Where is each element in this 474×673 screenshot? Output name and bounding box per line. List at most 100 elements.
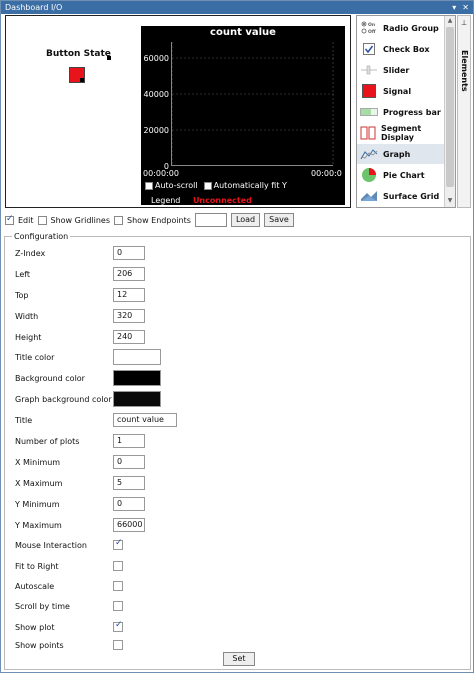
show-points-checkbox[interactable] xyxy=(113,640,123,650)
graph-widget[interactable]: count value 60000 40000 20000 0 00:00:00… xyxy=(141,26,345,205)
show-endpoints-checkbox[interactable] xyxy=(114,215,124,225)
background-color-label: Background color xyxy=(15,374,85,383)
element-label: Surface Grid xyxy=(383,191,440,201)
close-icon[interactable]: ✕ xyxy=(462,1,469,14)
number-of-plots-input[interactable]: 1 xyxy=(113,434,145,448)
elements-side-tab[interactable]: ⊥ Elements xyxy=(457,15,471,208)
progress-bar-icon xyxy=(360,105,378,119)
status-unconnected: Unconnected xyxy=(192,196,252,205)
width-label: Width xyxy=(15,312,39,321)
x-minimum-input[interactable]: 0 xyxy=(113,455,145,469)
scroll-by-time-label: Scroll by time xyxy=(15,602,70,611)
file-name-input[interactable] xyxy=(194,213,227,227)
show-plot-checkbox[interactable] xyxy=(113,620,123,632)
background-color-swatch[interactable] xyxy=(113,370,161,386)
element-signal[interactable]: Signal xyxy=(357,81,445,101)
x-minimum-label: X Minimum xyxy=(15,458,61,467)
title-color-label: Title color xyxy=(15,353,55,362)
element-label: Pie Chart xyxy=(383,170,425,180)
y-maximum-label: Y Maximum xyxy=(15,521,62,530)
graph-background-color-swatch[interactable] xyxy=(113,391,161,407)
show-plot-label: Show plot xyxy=(15,623,55,632)
window-titlebar[interactable]: Dashboard I/O ▾ ✕ xyxy=(1,1,473,14)
radio-group-icon: On Off xyxy=(360,21,378,35)
legend-label: Legend xyxy=(151,196,181,205)
elements-scrollbar[interactable]: ▲ ▼ xyxy=(444,16,455,207)
width-input[interactable]: 320 xyxy=(113,309,145,323)
height-input[interactable]: 240 xyxy=(113,330,145,344)
element-label: Signal xyxy=(383,86,412,96)
scroll-by-time-checkbox[interactable] xyxy=(113,601,123,611)
configuration-legend: Configuration xyxy=(12,232,71,241)
element-progress-bar[interactable]: Progress bar xyxy=(357,102,445,122)
window-title: Dashboard I/O xyxy=(5,3,63,12)
set-button[interactable]: Set xyxy=(223,652,255,666)
title-input[interactable]: count value xyxy=(113,413,177,427)
graph-plot-area[interactable] xyxy=(171,42,334,166)
pin-icon[interactable]: ⊥ xyxy=(461,19,467,27)
load-button[interactable]: Load xyxy=(230,213,261,227)
edit-toolbar: Edit Show Gridlines Show Endpoints Load … xyxy=(5,212,294,228)
element-label: Segment Display xyxy=(381,124,422,142)
element-graph[interactable]: Graph xyxy=(357,144,445,164)
y-tick-label: 20000 xyxy=(143,126,169,135)
title-color-swatch[interactable] xyxy=(113,349,161,365)
save-button[interactable]: Save xyxy=(264,213,294,227)
resize-handle[interactable] xyxy=(107,56,111,60)
x-tick-label: 00:00:0 xyxy=(311,169,342,178)
top-label: Top xyxy=(15,291,29,300)
signal-icon xyxy=(360,84,378,98)
mouse-interaction-label: Mouse Interaction xyxy=(15,541,87,550)
graph-icon xyxy=(360,147,378,161)
element-slider[interactable]: Slider xyxy=(357,60,445,80)
radio-off-label: Off xyxy=(368,29,376,35)
graph-background-color-label: Graph background color xyxy=(15,395,112,404)
resize-handle[interactable] xyxy=(80,78,84,82)
element-segment-display[interactable]: Segment Display xyxy=(357,123,445,143)
number-of-plots-label: Number of plots xyxy=(15,437,80,446)
element-label: Progress bar xyxy=(383,107,441,117)
y-minimum-label: Y Minimum xyxy=(15,500,60,509)
element-surface-grid[interactable]: Surface Grid xyxy=(357,186,445,206)
mouse-interaction-checkbox[interactable] xyxy=(113,538,123,550)
element-label: Radio Group xyxy=(383,23,439,33)
autoscroll-checkbox[interactable]: Auto-scroll xyxy=(145,181,198,190)
dashboard-window: Dashboard I/O ▾ ✕ Button State count val… xyxy=(0,0,474,673)
show-points-label: Show points xyxy=(15,641,64,650)
design-canvas[interactable]: Button State count value 60000 40000 200… xyxy=(5,15,351,208)
x-tick-label: 00:00:00 xyxy=(143,169,179,178)
scroll-up-icon[interactable]: ▲ xyxy=(446,17,454,26)
checkbox-icon xyxy=(360,42,378,56)
surface-grid-icon xyxy=(360,189,378,203)
configuration-group: Configuration Z-Index 0 Left 206 Top 12 … xyxy=(4,232,471,670)
y-minimum-input[interactable]: 0 xyxy=(113,497,145,511)
element-label: Graph xyxy=(383,149,411,159)
pie-chart-icon xyxy=(360,168,378,182)
top-input[interactable]: 12 xyxy=(113,288,145,302)
y-maximum-input[interactable]: 66000 xyxy=(113,518,145,532)
show-gridlines-label: Show Gridlines xyxy=(50,215,111,225)
fit-to-right-label: Fit to Right xyxy=(15,562,59,571)
title-label: Title xyxy=(15,416,33,425)
element-radio-group[interactable]: On Off Radio Group xyxy=(357,18,445,38)
autofit-y-checkbox[interactable]: Automatically fit Y xyxy=(203,181,287,190)
radio-on-label: On xyxy=(368,22,375,28)
slider-icon xyxy=(360,63,378,77)
element-check-box[interactable]: Check Box xyxy=(357,39,445,59)
x-maximum-input[interactable]: 5 xyxy=(113,476,145,490)
graph-grid xyxy=(172,42,334,166)
edit-label: Edit xyxy=(18,215,34,225)
element-label: Check Box xyxy=(383,44,430,54)
window-menu-icon[interactable]: ▾ xyxy=(452,1,456,14)
autoscale-label: Autoscale xyxy=(15,582,55,591)
autoscale-checkbox[interactable] xyxy=(113,581,123,591)
edit-checkbox[interactable] xyxy=(5,214,14,225)
scroll-down-icon[interactable]: ▼ xyxy=(446,197,454,206)
fit-to-right-checkbox[interactable] xyxy=(113,561,123,571)
y-tick-label: 40000 xyxy=(143,90,169,99)
z-index-input[interactable]: 0 xyxy=(113,246,145,260)
left-input[interactable]: 206 xyxy=(113,267,145,281)
scroll-thumb[interactable] xyxy=(446,27,454,187)
show-gridlines-checkbox[interactable] xyxy=(37,215,47,225)
element-pie-chart[interactable]: Pie Chart xyxy=(357,165,445,185)
